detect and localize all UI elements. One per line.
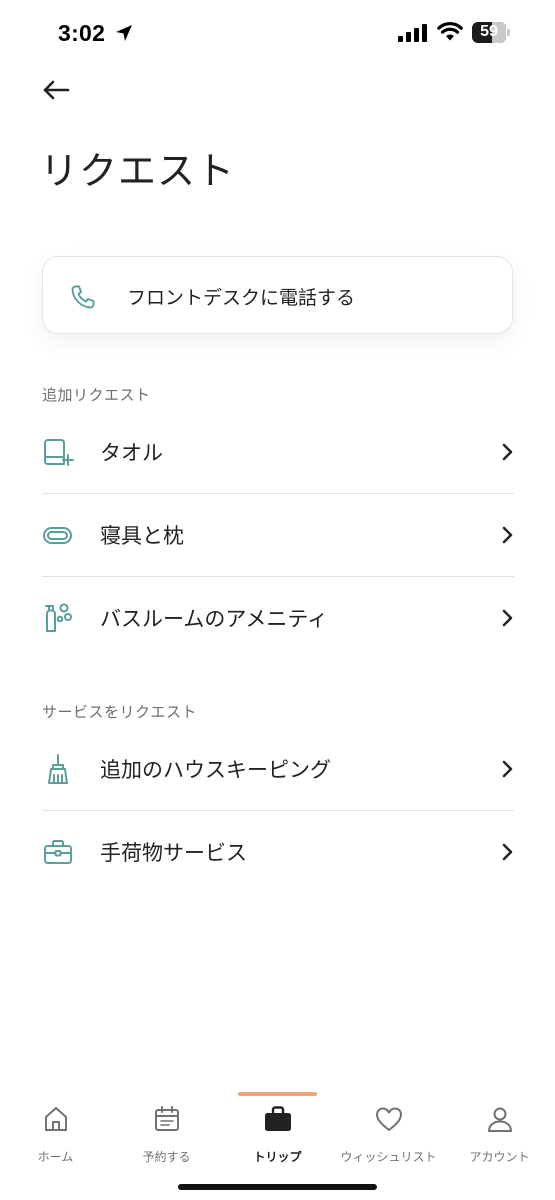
- call-front-desk-label: フロントデスクに電話する: [127, 287, 356, 309]
- tab-label: 予約する: [142, 1150, 191, 1164]
- back-arrow-icon: [43, 80, 70, 100]
- tab-trips[interactable]: トリップ: [222, 1100, 333, 1170]
- status-bar: 3:02 59: [0, 0, 555, 66]
- request-item-label: 手荷物サービス: [100, 841, 247, 865]
- battery-icon: 59: [472, 22, 510, 43]
- tab-book[interactable]: 予約する: [111, 1100, 222, 1170]
- cellular-signal-icon: [398, 24, 427, 42]
- request-item-label: タオル: [100, 441, 163, 465]
- request-item-label: 追加のハウスキーピング: [100, 758, 331, 782]
- chevron-right-icon: [502, 843, 513, 861]
- battery-level: 59: [480, 23, 498, 40]
- tab-wishlist[interactable]: ウィッシュリスト: [333, 1100, 444, 1170]
- screen: 3:02 59 リクエスト フロントデスクに電話する 追加リクエスト タオル 寝…: [0, 0, 555, 1200]
- section-label-additional-requests: 追加リクエスト: [42, 386, 151, 404]
- request-item-label: バスルームのアメニティ: [100, 607, 329, 631]
- back-button[interactable]: [36, 72, 76, 108]
- request-item-bathroom-amenities[interactable]: バスルームのアメニティ: [42, 577, 514, 659]
- tab-label: トリップ: [253, 1150, 302, 1164]
- request-item-label: 寝具と枕: [100, 524, 184, 548]
- chevron-right-icon: [502, 526, 513, 544]
- phone-icon: [71, 285, 95, 309]
- toiletries-icon: [45, 603, 72, 632]
- briefcase-icon: [44, 840, 72, 864]
- active-tab-indicator: [238, 1092, 317, 1096]
- towel-icon: [44, 439, 74, 466]
- suitcase-icon: [265, 1106, 291, 1131]
- request-item-housekeeping[interactable]: 追加のハウスキーピング: [42, 728, 514, 810]
- calendar-icon: [155, 1106, 179, 1131]
- chevron-right-icon: [502, 443, 513, 461]
- pillow-icon: [43, 527, 72, 544]
- request-item-towel[interactable]: タオル: [42, 411, 514, 493]
- chevron-right-icon: [502, 609, 513, 627]
- section-label-service-requests: サービスをリクエスト: [42, 703, 198, 721]
- home-icon: [45, 1107, 67, 1131]
- tab-home[interactable]: ホーム: [0, 1100, 111, 1170]
- home-indicator: [178, 1184, 377, 1190]
- heart-icon: [376, 1107, 402, 1131]
- request-item-bedding[interactable]: 寝具と枕: [42, 494, 514, 576]
- chevron-right-icon: [502, 760, 513, 778]
- call-front-desk-button[interactable]: フロントデスクに電話する: [42, 256, 513, 334]
- user-icon: [488, 1107, 512, 1132]
- tab-label: ウィッシュリスト: [340, 1150, 437, 1164]
- tab-label: ホーム: [37, 1150, 74, 1164]
- tab-label: アカウント: [469, 1150, 530, 1164]
- tab-bar: ホーム 予約する トリップ ウィッシュリスト アカウント: [0, 1090, 555, 1180]
- location-arrow-icon: [116, 25, 132, 41]
- battery-cap: [507, 29, 510, 36]
- request-item-luggage[interactable]: 手荷物サービス: [42, 811, 514, 893]
- broom-icon: [48, 754, 68, 784]
- page-title: リクエスト: [40, 149, 236, 193]
- battery-body: 59: [472, 22, 506, 43]
- tab-account[interactable]: アカウント: [444, 1100, 555, 1170]
- wifi-icon: [437, 22, 463, 41]
- status-time: 3:02: [58, 20, 106, 46]
